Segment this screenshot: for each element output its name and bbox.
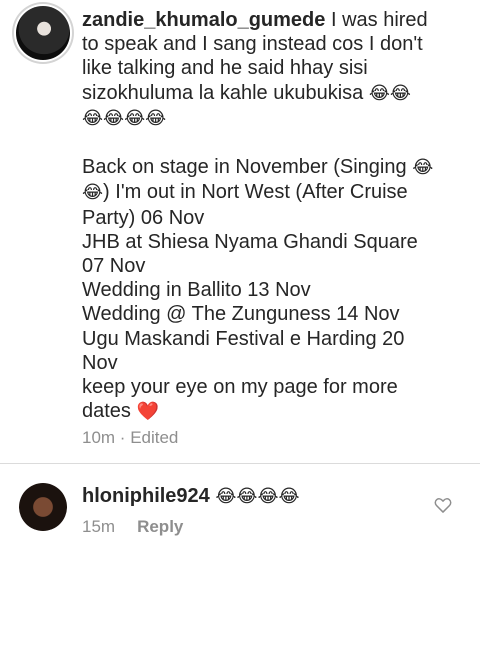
comment-line-jhb: JHB at Shiesa Nyama Ghandi Square 07 Nov <box>82 230 418 278</box>
reply-time: 15m <box>82 517 116 536</box>
comment-meta: 10m · Edited <box>82 428 178 448</box>
reply-button[interactable]: Reply <box>137 517 183 536</box>
comment-body: zandie_khumalo_gumede I was hired to spe… <box>82 8 442 424</box>
meta-separator: · <box>115 428 131 447</box>
reply-username[interactable]: hloniphile924 <box>82 485 210 507</box>
comment-username[interactable]: zandie_khumalo_gumede <box>82 9 325 31</box>
heart-outline-icon[interactable] <box>433 495 453 515</box>
comment-line-ballito: Wedding in Ballito 13 Nov <box>82 279 311 302</box>
comment-line-zunguness: Wedding @ The Zunguness 14 Nov <box>82 303 400 326</box>
laughing-emoji-group: 😂😂😂😂 <box>82 107 167 129</box>
comment-text-stage-2: ) I'm out in Nort West (After Cruise Par… <box>82 181 408 229</box>
red-heart-emoji: ❤️ <box>136 401 159 423</box>
edited-label: Edited <box>130 428 179 447</box>
commenter-avatar[interactable] <box>16 6 70 60</box>
reply-meta: 15m Reply <box>82 517 183 537</box>
laughing-emoji-group: 😂😂 <box>368 82 411 104</box>
reply-body: hloniphile924 😂😂😂😂 <box>82 484 300 509</box>
comment-line-keep: keep your eye on my page for more dates <box>82 376 398 423</box>
comment-time: 10m <box>82 428 116 447</box>
comment-line-ugu: Ugu Maskandi Festival e Harding 20 Nov <box>82 327 405 374</box>
reply-avatar[interactable] <box>19 483 67 531</box>
divider <box>0 463 480 464</box>
comment-text-stage: Back on stage in November (Singing <box>82 156 413 179</box>
laughing-emoji-group: 😂😂😂😂 <box>215 486 300 507</box>
